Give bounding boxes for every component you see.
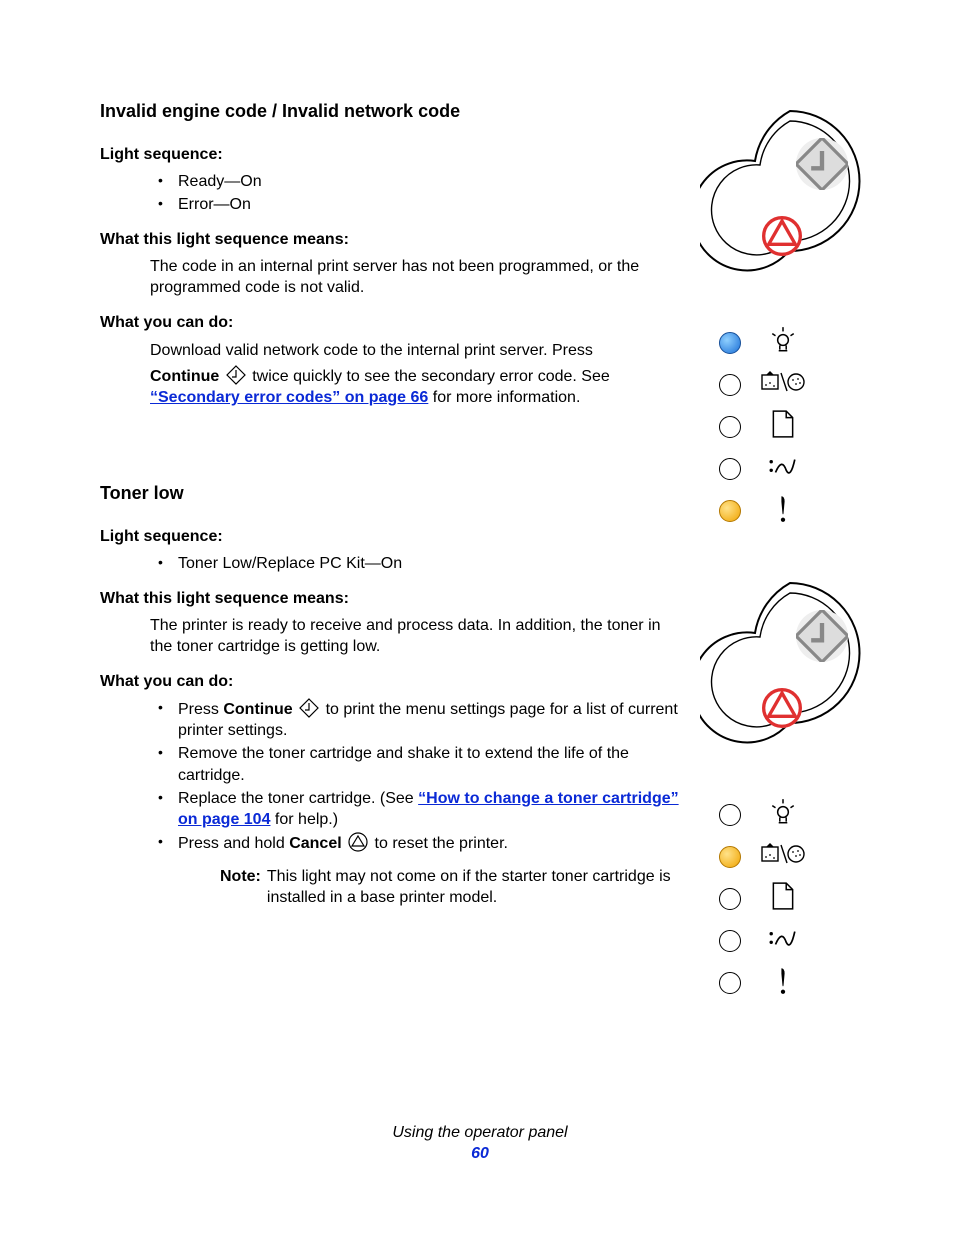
continue-diamond-icon [226, 365, 246, 385]
do-line2-mid: twice quickly to see the secondary error… [248, 368, 610, 385]
do-list: Press Continue to print the menu setting… [150, 698, 680, 854]
means-heading: What this light sequence means: [100, 229, 680, 250]
page-footer: Using the operator panel 60 [100, 1122, 860, 1164]
light-row [700, 794, 900, 836]
status-light-paper [719, 888, 741, 910]
error-icon [760, 493, 806, 529]
error-icon [760, 965, 806, 1001]
light-row [700, 406, 900, 448]
light-row [700, 878, 900, 920]
status-light-toner [719, 846, 741, 868]
cancel-button-icon [762, 688, 802, 728]
light-sequence-heading: Light sequence: [100, 144, 680, 165]
status-light-ready [719, 332, 741, 354]
cancel-circle-icon [348, 832, 368, 852]
note-block: Note: This light may not come on if the … [220, 866, 680, 908]
page-content: Invalid engine code / Invalid network co… [100, 100, 860, 1190]
do-line2-post: for more information. [428, 389, 580, 406]
light-row [700, 364, 900, 406]
text: to reset the printer. [370, 835, 508, 852]
note-label: Note: [220, 866, 267, 908]
continue-label: Continue [223, 701, 292, 718]
light-sequence-list: Ready—On Error—On [150, 171, 680, 215]
status-light-ready [719, 804, 741, 826]
jam-icon [760, 451, 806, 487]
light-row [700, 448, 900, 490]
do-line1: Download valid network code to the inter… [150, 340, 680, 361]
light-row [700, 322, 900, 364]
list-item: Replace the toner cartridge. (See “How t… [150, 788, 680, 830]
ready-icon [760, 325, 806, 361]
list-item: Press Continue to print the menu setting… [150, 698, 680, 741]
do-line2: Continue twice quickly to see the second… [150, 365, 680, 408]
text: Press [178, 701, 223, 718]
ready-icon [760, 797, 806, 833]
light-row [700, 920, 900, 962]
do-heading: What you can do: [100, 671, 680, 692]
light-row [700, 962, 900, 1004]
do-heading: What you can do: [100, 312, 680, 333]
text: for help.) [270, 811, 338, 828]
status-light-jam [719, 930, 741, 952]
status-light-jam [719, 458, 741, 480]
paper-icon [760, 409, 806, 445]
light-row [700, 490, 900, 532]
means-body: The code in an internal print server has… [150, 256, 680, 298]
operator-panel-figure-a [700, 98, 900, 532]
footer-title: Using the operator panel [392, 1124, 567, 1141]
list-item: Press and hold Cancel to reset the print… [150, 832, 680, 854]
jam-icon [760, 923, 806, 959]
light-sequence-list: Toner Low/Replace PC Kit—On [150, 553, 680, 574]
list-item: Error—On [150, 194, 680, 215]
cancel-button-icon [762, 216, 802, 256]
toner-icon [760, 367, 806, 403]
light-rows [700, 322, 900, 532]
light-rows [700, 794, 900, 1004]
status-light-error [719, 972, 741, 994]
note-text: This light may not come on if the starte… [267, 866, 680, 908]
status-light-error [719, 500, 741, 522]
continue-button-icon [796, 610, 848, 662]
continue-diamond-icon [299, 698, 319, 718]
text: Replace the toner cartridge. (See [178, 790, 418, 807]
operator-panel-figure-b [700, 570, 900, 1004]
panel-bubble [700, 98, 880, 318]
section2-title: Toner low [100, 482, 680, 506]
paper-icon [760, 881, 806, 917]
continue-button-icon [796, 138, 848, 190]
continue-label: Continue [150, 368, 219, 385]
light-row [700, 836, 900, 878]
section1-title: Invalid engine code / Invalid network co… [100, 100, 680, 124]
list-item: Ready—On [150, 171, 680, 192]
text: Press and hold [178, 835, 289, 852]
secondary-error-codes-link[interactable]: “Secondary error codes” on page 66 [150, 389, 428, 406]
list-item: Toner Low/Replace PC Kit—On [150, 553, 680, 574]
status-light-toner [719, 374, 741, 396]
light-sequence-heading: Light sequence: [100, 526, 680, 547]
page-number: 60 [100, 1143, 860, 1164]
toner-icon [760, 839, 806, 875]
cancel-label: Cancel [289, 835, 341, 852]
panel-bubble [700, 570, 880, 790]
status-light-paper [719, 416, 741, 438]
means-heading: What this light sequence means: [100, 588, 680, 609]
list-item: Remove the toner cartridge and shake it … [150, 743, 680, 785]
means-body: The printer is ready to receive and proc… [150, 615, 680, 657]
